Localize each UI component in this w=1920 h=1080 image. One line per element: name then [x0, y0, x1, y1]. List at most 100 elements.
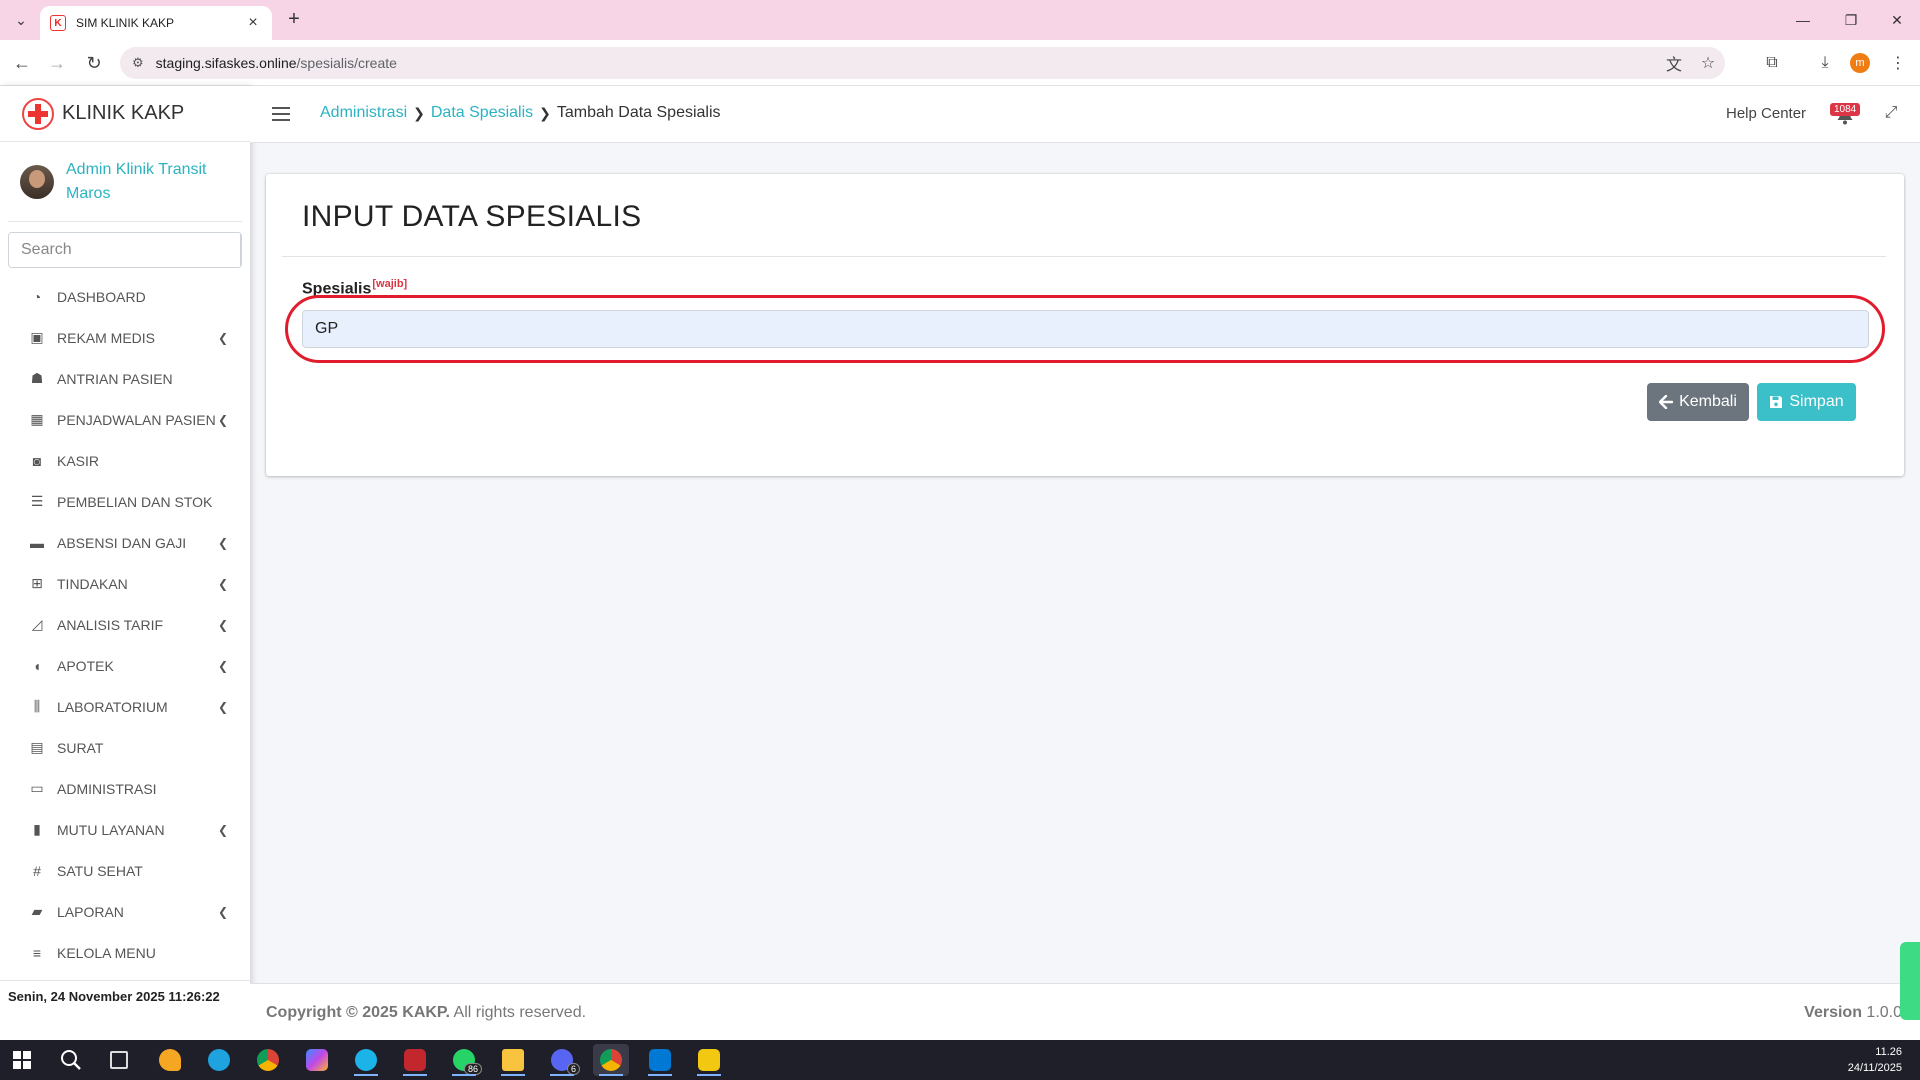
task-view-icon[interactable] — [101, 1044, 137, 1076]
whatsapp-badge: 86 — [463, 1063, 482, 1075]
spesialis-label: Spesialis[wajib] — [302, 278, 408, 298]
browser-menu-icon[interactable]: ⋮ — [1884, 49, 1912, 77]
windows-start-icon[interactable] — [4, 1044, 40, 1076]
download-icon[interactable]: ⤓ — [1811, 49, 1839, 77]
tab-search-chevron-icon[interactable]: ⌄ — [8, 8, 34, 32]
copilot-icon[interactable] — [299, 1044, 335, 1076]
sidebar-item-pembelian-dan-stok[interactable]: ☰ PEMBELIAN DAN STOK — [0, 481, 250, 522]
sidebar-item-absensi-dan-gaji[interactable]: ▬ ABSENSI DAN GAJI ❮ — [0, 522, 250, 563]
extensions-icon[interactable]: ⧉ — [1758, 49, 1786, 77]
reload-icon[interactable]: ↻ — [80, 49, 108, 77]
copyright-text: Copyright © 2025 KAKP. All rights reserv… — [266, 1004, 587, 1021]
browser-tab[interactable]: K SIM KLINIK KAKP × — [40, 6, 272, 40]
folder-icon: ▰ — [31, 903, 43, 919]
taskbar-search-icon[interactable] — [53, 1044, 89, 1076]
help-center-link[interactable]: Help Center — [1726, 105, 1806, 122]
sidebar-item-kasir[interactable]: ◙ KASIR — [0, 440, 250, 481]
breadcrumb-administrasi[interactable]: Administrasi — [320, 104, 407, 122]
sidebar-item-apotek[interactable]: ◖ APOTEK ❮ — [0, 645, 250, 686]
breadcrumb-data-spesialis[interactable]: Data Spesialis — [431, 104, 533, 122]
sidebar-item-antrian-pasien[interactable]: ☗ ANTRIAN PASIEN — [0, 358, 250, 399]
chrome-icon[interactable] — [250, 1044, 286, 1076]
widgets-icon[interactable] — [152, 1044, 188, 1076]
chevron-right-icon: ❯ — [413, 104, 425, 121]
sidebar-search — [8, 232, 242, 268]
pills-icon: ◖ — [32, 657, 42, 674]
discord-badge: 6 — [566, 1063, 580, 1075]
sidebar-item-label: PENJADWALAN PASIEN — [57, 411, 216, 428]
forward-arrow-icon[interactable]: → — [43, 49, 71, 77]
chevron-left-icon: ❮ — [217, 822, 228, 837]
app-icon-blue[interactable] — [348, 1044, 384, 1076]
minimize-icon[interactable]: — — [1780, 6, 1826, 34]
chrome-active-icon[interactable] — [593, 1044, 629, 1076]
simpan-button[interactable]: Simpan — [1757, 383, 1856, 421]
tab-title: SIM KLINIK KAKP — [76, 16, 175, 30]
browser-toolbar: ← → ↻ ⚙ staging.sifaskes.online/spesiali… — [0, 40, 1920, 86]
spesialis-input[interactable] — [302, 310, 1869, 348]
menu-toggle-icon[interactable] — [272, 104, 290, 124]
vscode-icon[interactable] — [642, 1044, 678, 1076]
power-bi-icon[interactable] — [691, 1044, 727, 1076]
sidebar-item-label: LABORATORIUM — [57, 698, 168, 715]
file-explorer-icon[interactable] — [495, 1044, 531, 1076]
breadcrumb-current: Tambah Data Spesialis — [556, 104, 721, 121]
chevron-left-icon: ❮ — [217, 576, 228, 591]
whatsapp-icon[interactable]: 86 — [446, 1044, 482, 1076]
sidebar-item-rekam-medis[interactable]: ▣ REKAM MEDIS ❮ — [0, 317, 250, 358]
edge-browser-icon[interactable] — [201, 1044, 237, 1076]
user-name-link[interactable]: Admin Klinik Transit Maros — [66, 158, 216, 206]
site-info-icon[interactable]: ⚙ — [132, 55, 144, 71]
fullscreen-expand-icon[interactable]: ⤢ — [1880, 102, 1902, 124]
sidebar-item-laporan[interactable]: ▰ LAPORAN ❮ — [0, 891, 250, 932]
arrow-left-icon — [1659, 395, 1674, 409]
taskbar-clock[interactable]: 11.26 24/11/2025 — [1848, 1044, 1902, 1076]
bookmark-star-icon[interactable]: ☆ — [1691, 53, 1725, 73]
search-input[interactable] — [9, 233, 240, 267]
sidebar-item-administrasi[interactable]: ▭ ADMINISTRASI — [0, 768, 250, 809]
sidebar-item-analisis-tarif[interactable]: ◿ ANALISIS TARIF ❮ — [0, 604, 250, 645]
sidebar-item-label: PEMBELIAN DAN STOK — [57, 493, 213, 510]
address-bar[interactable]: ⚙ staging.sifaskes.online/spesialis/crea… — [120, 47, 1725, 79]
new-tab-plus-icon[interactable]: + — [282, 8, 306, 31]
profile-avatar-icon[interactable]: m — [1850, 53, 1870, 73]
chevron-left-icon: ❮ — [217, 412, 228, 427]
cash-icon: ◙ — [32, 452, 42, 469]
queue-icon: ☗ — [30, 370, 44, 386]
sidebar-item-label: KASIR — [57, 452, 100, 469]
sidebar-menu: ◔ DASHBOARD ▣ REKAM MEDIS ❮ ☗ ANTRIAN PASIEN ▦ P… — [0, 276, 250, 973]
divider — [282, 256, 1886, 257]
sidebar-item-laboratorium[interactable]: ⫼ LABORATORIUM ❮ — [0, 686, 250, 727]
hashtag-icon: # — [33, 862, 41, 879]
restore-icon[interactable]: ❐ — [1828, 6, 1874, 34]
translate-icon[interactable]: 文 — [1657, 51, 1691, 75]
sidebar-item-penjadwalan-pasien[interactable]: ▦ PENJADWALAN PASIEN ❮ — [0, 399, 250, 440]
window-close-icon[interactable]: ✕ — [1874, 6, 1920, 34]
sidebar-item-dashboard[interactable]: ◔ DASHBOARD — [0, 276, 250, 317]
sidebar-item-satu-sehat[interactable]: # SATU SEHAT — [0, 850, 250, 891]
sidebar-item-label: REKAM MEDIS — [57, 329, 156, 346]
mendeley-icon[interactable] — [397, 1044, 433, 1076]
back-arrow-icon[interactable]: ← — [8, 49, 36, 77]
current-datetime: Senin, 24 November 2025 11:26:22 — [0, 980, 250, 1040]
brand-link[interactable]: KLINIK KAKP — [0, 86, 250, 142]
sidebar-item-label: KELOLA MENU — [57, 944, 156, 961]
chevron-left-icon: ❮ — [217, 699, 228, 714]
kembali-button[interactable]: Kembali — [1647, 383, 1749, 421]
discord-icon[interactable]: 6 — [544, 1044, 580, 1076]
chevron-left-icon: ❮ — [217, 617, 228, 632]
sidebar-item-mutu-layanan[interactable]: ▮ MUTU LAYANAN ❮ — [0, 809, 250, 850]
side-widget-tab[interactable] — [1900, 942, 1920, 1020]
sidebar-item-kelola-menu[interactable]: ≡ KELOLA MENU — [0, 932, 250, 973]
page-footer: Copyright © 2025 KAKP. All rights reserv… — [250, 983, 1920, 1040]
sidebar-item-tindakan[interactable]: ⊞ TINDAKAN ❮ — [0, 563, 250, 604]
medical-record-icon: ▣ — [30, 329, 44, 345]
sidebar-item-surat[interactable]: ▤ SURAT — [0, 727, 250, 768]
search-button[interactable] — [240, 233, 241, 267]
tab-close-icon[interactable]: × — [244, 14, 262, 32]
sidebar-item-label: ANALISIS TARIF — [57, 616, 164, 633]
list-icon: ☰ — [30, 493, 44, 509]
medkit-icon: ⊞ — [31, 575, 43, 591]
notification-badge: 1084 — [1830, 103, 1861, 116]
chevron-left-icon: ❮ — [217, 904, 228, 919]
